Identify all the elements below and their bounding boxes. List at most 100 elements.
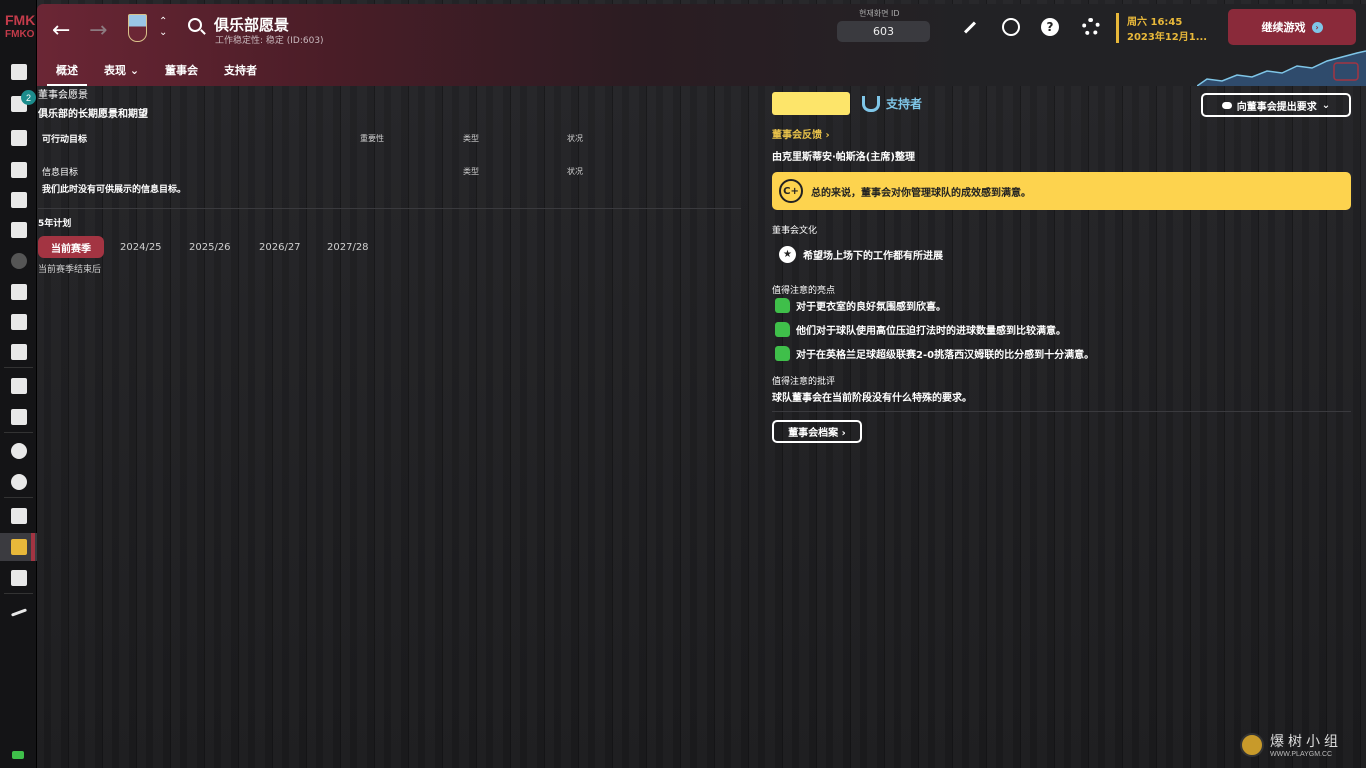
fm-logo: FMK FMKO <box>0 0 36 52</box>
rail-divider <box>4 432 33 433</box>
staff-icon[interactable] <box>0 278 37 306</box>
page-title: 俱乐部愿景 <box>214 16 290 34</box>
transfers-icon[interactable] <box>0 186 37 214</box>
inbox-badge: 2 <box>21 90 36 105</box>
supporters-icon <box>862 95 880 112</box>
verdict-text: 总的来说，董事会对你管理球队的成效感到满意。 <box>811 187 1031 199</box>
plan-tab-2025[interactable]: 2025/26 <box>189 236 231 258</box>
watermark-url: WWW.PLAYGM.CC <box>1270 751 1333 758</box>
thumbs-up-icon <box>775 346 790 361</box>
logo-line1: FMK <box>5 12 36 28</box>
highlight-text: 他们对于球队使用高位压迫打法时的进球数量感到比较满意。 <box>796 326 1066 337</box>
actionable-goals-label: 可行动目标 <box>42 135 88 145</box>
culture-title: 董事会文化 <box>772 226 818 236</box>
page-header: ← → ⌃ ⌄ 俱乐部愿景 工作稳定性: 稳定 (ID:603) 概述 表现 ⌄ … <box>37 4 1366 86</box>
plan-tab-2026[interactable]: 2026/27 <box>259 236 301 258</box>
football-icon[interactable] <box>1002 18 1020 36</box>
help-icon[interactable]: ? <box>1041 18 1059 36</box>
scouting-icon[interactable] <box>0 437 37 465</box>
culture-item: ★ 希望场上场下的工作都有所进展 <box>779 246 943 263</box>
trend-icon[interactable] <box>0 598 37 626</box>
chevron-down-icon: ⌄ <box>1321 99 1331 111</box>
section-divider <box>38 208 741 209</box>
club-icon[interactable] <box>0 502 37 530</box>
refresh-icon[interactable] <box>0 468 37 496</box>
watermark-text: 爆树小组 <box>1270 734 1342 750</box>
criticism-title: 值得注意的批评 <box>772 377 836 387</box>
info-goals-label: 信息目标 <box>42 168 79 178</box>
thumbs-up-icon <box>775 322 790 337</box>
up-down-chevron-icon[interactable]: ⌃ ⌄ <box>159 16 167 38</box>
tab-overview[interactable]: 概述 <box>43 58 91 86</box>
grade-icon: C+ <box>779 179 803 203</box>
page-subtitle: 工作稳定性: 稳定 (ID:603) <box>215 36 324 46</box>
gear-icon[interactable] <box>1082 18 1100 36</box>
plan-note: 当前赛季结束后 <box>38 265 102 275</box>
calendar-icon[interactable] <box>0 372 37 400</box>
column-status: 状况 <box>567 134 583 143</box>
watermark: 爆树小组 WWW.PLAYGM.CC <box>1240 731 1342 758</box>
thumbs-up-icon <box>775 298 790 313</box>
feedback-byline: 由克里斯蒂安·帕斯洛(主席)整理 <box>772 152 915 163</box>
report-icon[interactable] <box>0 216 37 244</box>
game-time: 周六 16:45 <box>1127 17 1183 28</box>
info-goals-empty: 我们此时没有可供展示的信息目标。 <box>42 185 187 195</box>
plan-title: 5年计划 <box>38 219 72 229</box>
date-separator <box>1116 13 1119 43</box>
continue-label: 继续游戏 <box>1261 21 1306 34</box>
tab-performance[interactable]: 表现 ⌄ <box>91 58 152 86</box>
highlight-text: 对于更衣室的良好氛围感到欣喜。 <box>796 302 946 313</box>
edit-icon[interactable] <box>961 18 979 36</box>
trophy-icon[interactable] <box>0 403 37 431</box>
training-icon[interactable] <box>0 308 37 336</box>
rail-divider <box>4 593 33 594</box>
board-feedback-link[interactable]: 董事会反馈 › <box>772 126 830 141</box>
tab-board[interactable]: 董事会 <box>152 58 211 86</box>
trend-sparkline <box>1197 50 1366 86</box>
squad-icon[interactable] <box>0 124 37 152</box>
supporters-link[interactable]: 支持者 <box>862 95 922 112</box>
tab-supporters[interactable]: 支持者 <box>211 58 270 86</box>
vision-title: 董事会愿景 <box>38 90 88 101</box>
highlights-title: 值得注意的亮点 <box>772 286 836 296</box>
column-importance: 重要性 <box>360 134 384 143</box>
plan-tab-2027[interactable]: 2027/28 <box>327 236 369 258</box>
continue-button[interactable]: 继续游戏 › <box>1228 9 1356 45</box>
rail-divider <box>4 367 33 368</box>
club-crest-icon[interactable] <box>128 14 147 42</box>
logo-line2: FMKO <box>5 29 35 40</box>
highlight-bar <box>772 92 850 115</box>
star-badge-icon: ★ <box>779 246 796 263</box>
info-column-status: 状况 <box>567 167 583 176</box>
header-tabs: 概述 表现 ⌄ 董事会 支持者 <box>43 58 270 86</box>
board-archive-button[interactable]: 董事会档案 › <box>772 420 862 443</box>
plan-tab-current[interactable]: 当前赛季 <box>38 236 104 258</box>
finances-icon[interactable] <box>0 564 37 592</box>
supporters-label: 支持者 <box>886 97 923 111</box>
medical-icon[interactable] <box>0 338 37 366</box>
info-column-type: 类型 <box>463 167 479 176</box>
highlight-item: 他们对于球队使用高位压迫打法时的进球数量感到比较满意。 <box>775 322 1066 337</box>
plan-tab-2024[interactable]: 2024/25 <box>120 236 162 258</box>
screen-id-label: 현재화면 ID <box>859 9 900 18</box>
request-board-label: 向董事会提出要求 <box>1236 101 1317 113</box>
continue-arrow-icon: › <box>1311 21 1323 33</box>
back-arrow-icon[interactable]: ← <box>52 18 70 43</box>
board-verdict-banner: C+ 总的来说，董事会对你管理球队的成效感到满意。 <box>772 172 1351 210</box>
request-board-button[interactable]: 向董事会提出要求 ⌄ <box>1201 93 1351 117</box>
tactics-icon[interactable] <box>0 156 37 184</box>
home-icon[interactable] <box>0 58 37 86</box>
match-icon[interactable] <box>0 247 37 275</box>
screen-id-value: 603 <box>837 21 930 42</box>
rail-divider <box>4 497 33 498</box>
highlight-item: 对于更衣室的良好氛围感到欣喜。 <box>775 298 946 313</box>
criticism-text: 球队董事会在当前阶段没有什么特殊的要求。 <box>772 393 972 404</box>
highlight-text: 对于在英格兰足球超级联赛2-0挑落西汉姆联的比分感到十分满意。 <box>796 350 1095 361</box>
forward-arrow-icon[interactable]: → <box>89 18 107 43</box>
club-vision-icon[interactable] <box>0 533 37 561</box>
section-divider <box>772 411 1351 412</box>
watermark-logo-icon <box>1240 732 1264 757</box>
highlight-item: 对于在英格兰足球超级联赛2-0挑落西汉姆联的比分感到十分满意。 <box>775 346 1094 361</box>
column-type: 类型 <box>463 134 479 143</box>
search-icon[interactable] <box>188 18 202 32</box>
